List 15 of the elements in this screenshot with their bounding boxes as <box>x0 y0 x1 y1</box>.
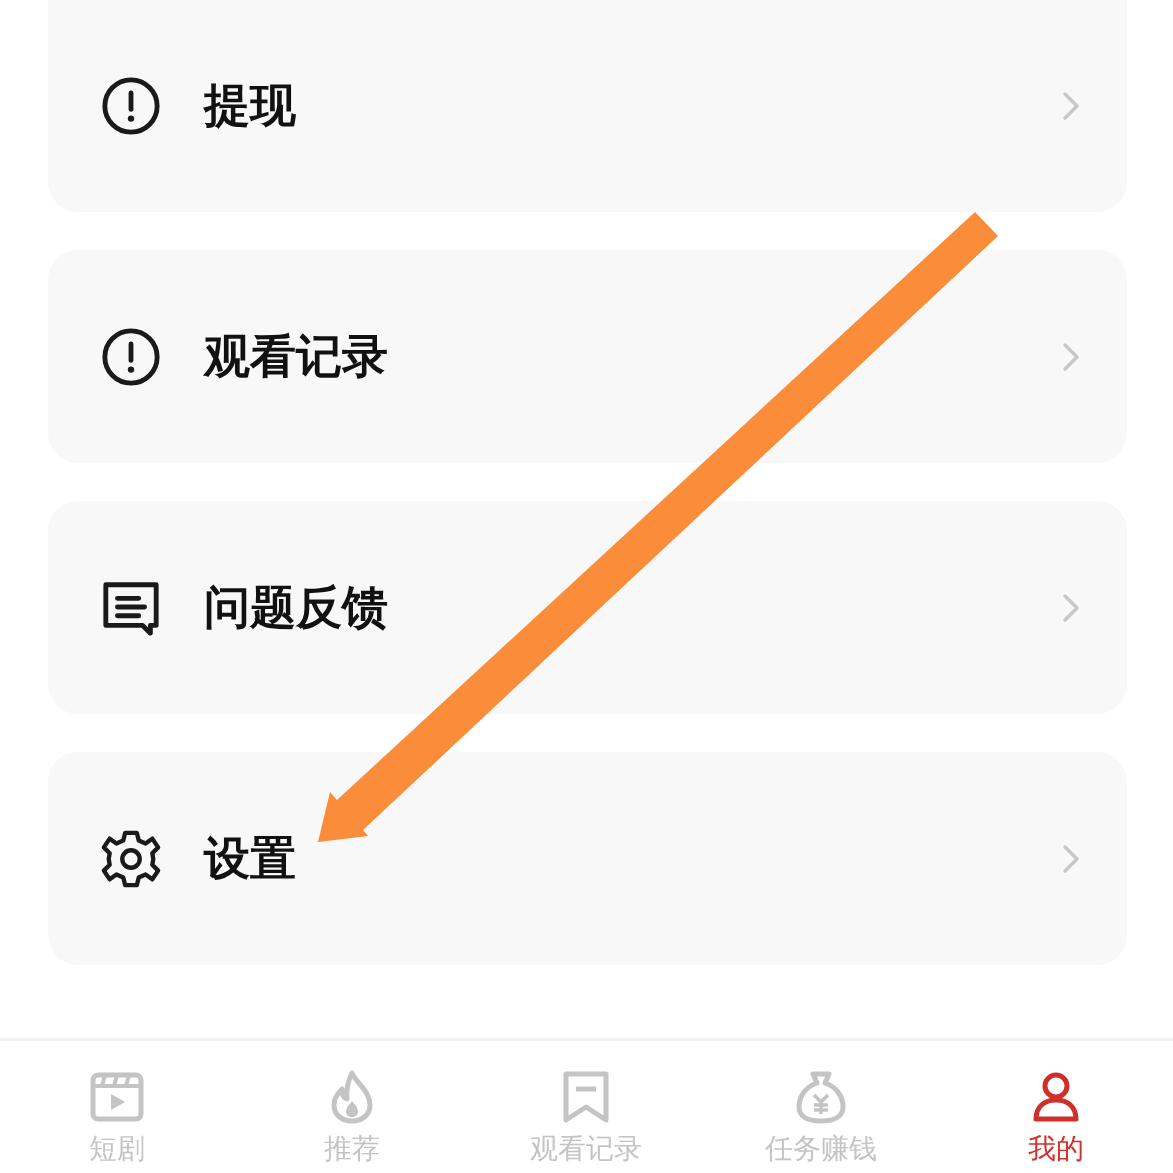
chevron-right-icon <box>1061 340 1081 373</box>
menu-label: 问题反馈 <box>204 578 389 636</box>
menu-label: 观看记录 <box>204 327 389 385</box>
chevron-right-icon <box>1061 90 1081 122</box>
menu-item[interactable]: 提现 <box>48 0 1127 212</box>
chevron-right-icon <box>1061 842 1081 875</box>
exclamation-icon <box>100 75 162 137</box>
chevron-right-icon <box>1061 591 1081 624</box>
menu-item[interactable]: 观看记录 <box>48 250 1127 463</box>
menu-item[interactable]: 设置 <box>48 752 1127 965</box>
exclamation-icon <box>100 325 162 388</box>
menu-item[interactable]: 问题反馈 <box>48 501 1127 714</box>
tab-bar-item[interactable]: 我的 <box>938 1041 1173 1173</box>
menu-label: 提现 <box>204 77 297 134</box>
menu-label: 设置 <box>204 829 297 887</box>
